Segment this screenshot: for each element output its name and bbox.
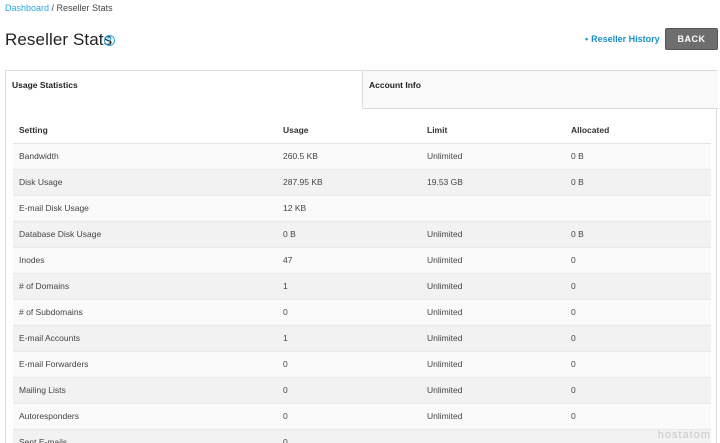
table-row: E-mail Disk Usage 12 KB	[13, 195, 711, 222]
cell-limit: Unlimited	[421, 221, 565, 248]
cell-limit: Unlimited	[421, 325, 565, 352]
question-circle-icon[interactable]: ?	[104, 35, 115, 46]
cell-allocated: 0	[565, 273, 711, 300]
table-row: # of Domains 1 Unlimited 0	[13, 273, 711, 300]
cell-allocated: 0	[565, 403, 711, 430]
back-button[interactable]: BACK	[665, 28, 718, 50]
cell-setting: E-mail Forwarders	[13, 351, 277, 378]
table-row: Disk Usage 287.95 KB 19.53 GB 0 B	[13, 169, 711, 196]
cell-setting: # of Subdomains	[13, 299, 277, 326]
cell-allocated: 0 B	[565, 169, 711, 196]
cell-setting: E-mail Accounts	[13, 325, 277, 352]
cell-setting: E-mail Disk Usage	[13, 195, 277, 222]
cell-usage: 287.95 KB	[277, 169, 421, 196]
table-row: Inodes 47 Unlimited 0	[13, 247, 711, 274]
cell-allocated: 0 B	[565, 221, 711, 248]
cell-usage: 0	[277, 429, 421, 443]
reseller-history-link[interactable]: • Reseller History	[585, 34, 660, 44]
table-header-row: Setting Usage Limit Allocated	[13, 117, 711, 144]
breadcrumb-current: Reseller Stats	[56, 3, 113, 13]
cell-limit: Unlimited	[421, 351, 565, 378]
cell-usage: 0 B	[277, 221, 421, 248]
cell-allocated: 0	[565, 377, 711, 404]
cell-limit: Unlimited	[421, 247, 565, 274]
breadcrumb: Dashboard / Reseller Stats	[5, 3, 113, 13]
cell-allocated: 0	[565, 299, 711, 326]
table-row: # of Subdomains 0 Unlimited 0	[13, 299, 711, 326]
tab-usage-statistics[interactable]: Usage Statistics	[6, 71, 362, 109]
cell-setting: Inodes	[13, 247, 277, 274]
cell-usage: 47	[277, 247, 421, 274]
column-header-usage: Usage	[277, 117, 421, 144]
cell-setting: Disk Usage	[13, 169, 277, 196]
table-row: Autoresponders 0 Unlimited 0	[13, 403, 711, 430]
breadcrumb-dashboard-link[interactable]: Dashboard	[5, 3, 49, 13]
cell-usage: 12 KB	[277, 195, 421, 222]
cell-usage: 1	[277, 325, 421, 352]
reseller-history-label: Reseller History	[591, 34, 660, 44]
table-row: Mailing Lists 0 Unlimited 0	[13, 377, 711, 404]
cell-allocated: 0	[565, 351, 711, 378]
cell-limit: Unlimited	[421, 403, 565, 430]
cell-limit	[421, 195, 565, 222]
tab-account-info[interactable]: Account Info	[362, 71, 718, 109]
cell-allocated: 0 B	[565, 143, 711, 170]
bullet: •	[585, 34, 589, 44]
cell-limit: Unlimited	[421, 377, 565, 404]
cell-limit: Unlimited	[421, 273, 565, 300]
column-header-setting: Setting	[13, 117, 277, 144]
breadcrumb-separator: /	[49, 3, 57, 13]
column-header-limit: Limit	[421, 117, 565, 144]
cell-limit	[421, 429, 565, 443]
cell-setting: Sent E-mails	[13, 429, 277, 443]
page-title: Reseller Stats	[5, 30, 113, 49]
cell-usage: 0	[277, 351, 421, 378]
watermark: hostatom	[657, 429, 711, 441]
table-row: Database Disk Usage 0 B Unlimited 0 B	[13, 221, 711, 248]
table-row: Sent E-mails 0	[13, 429, 711, 443]
cell-allocated	[565, 195, 711, 222]
cell-usage: 0	[277, 377, 421, 404]
cell-usage: 260.5 KB	[277, 143, 421, 170]
cell-usage: 0	[277, 403, 421, 430]
cell-usage: 0	[277, 299, 421, 326]
cell-setting: Autoresponders	[13, 403, 277, 430]
cell-setting: Bandwidth	[13, 143, 277, 170]
stats-panel: Usage Statistics Account Info Setting Us…	[5, 70, 718, 443]
cell-limit: 19.53 GB	[421, 169, 565, 196]
table-row: E-mail Accounts 1 Unlimited 0	[13, 325, 711, 352]
cell-setting: Database Disk Usage	[13, 221, 277, 248]
cell-setting: # of Domains	[13, 273, 277, 300]
cell-setting: Mailing Lists	[13, 377, 277, 404]
cell-limit: Unlimited	[421, 143, 565, 170]
usage-statistics-table: Setting Usage Limit Allocated Bandwidth …	[13, 117, 711, 443]
cell-allocated: 0	[565, 247, 711, 274]
table-row: E-mail Forwarders 0 Unlimited 0	[13, 351, 711, 378]
cell-limit: Unlimited	[421, 299, 565, 326]
cell-usage: 1	[277, 273, 421, 300]
column-header-allocated: Allocated	[565, 117, 711, 144]
table-row: Bandwidth 260.5 KB Unlimited 0 B	[13, 143, 711, 170]
cell-allocated: 0	[565, 325, 711, 352]
